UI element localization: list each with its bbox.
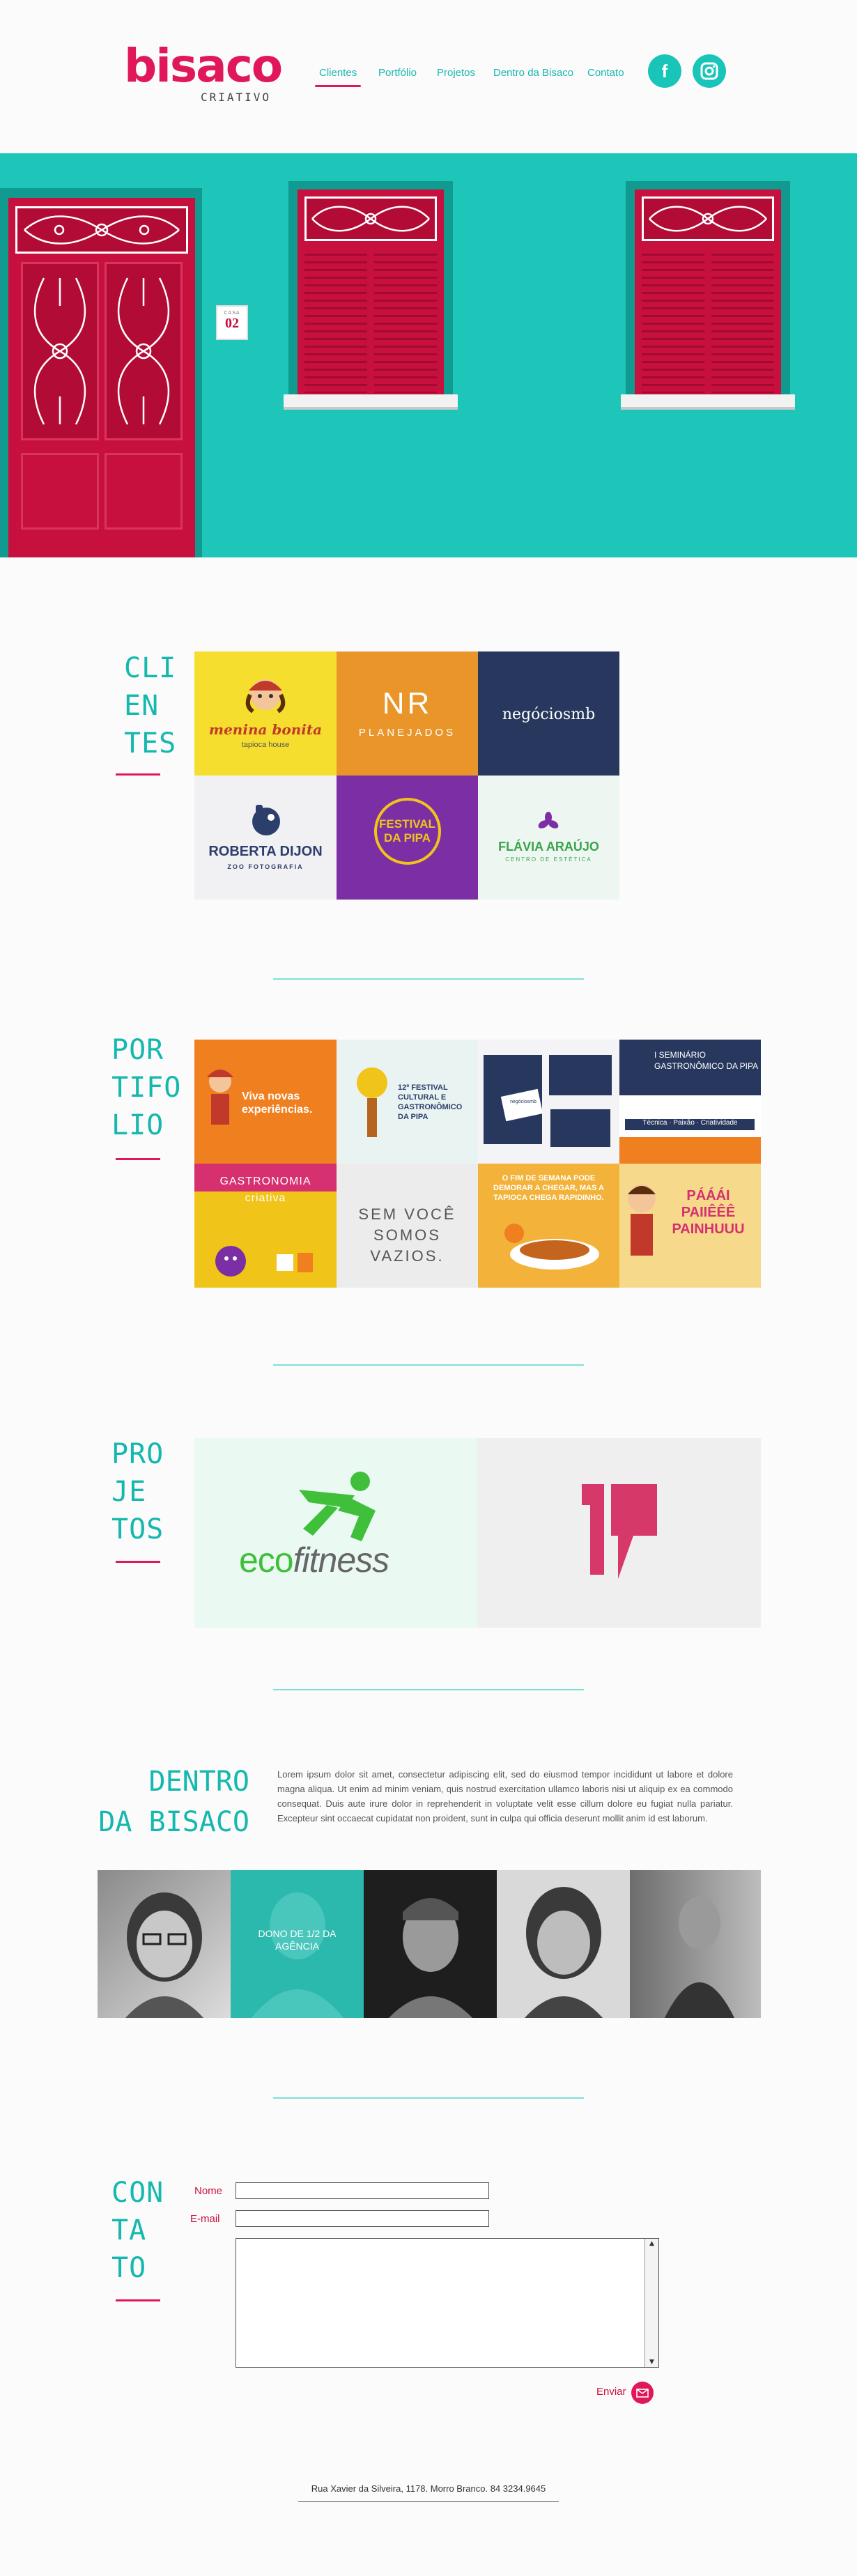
window-shutter — [374, 248, 437, 393]
name-field[interactable] — [236, 2182, 489, 2199]
scroll-down-icon[interactable]: ▼ — [645, 2359, 658, 2366]
section-underline — [116, 1158, 160, 1160]
team-photo-2[interactable]: DONO DE 1/2 DA AGÊNCIA — [231, 1870, 364, 2018]
section-underline — [116, 2299, 160, 2301]
portfolio-item-viva[interactable]: Viva novas experiências. — [194, 1040, 337, 1164]
logo[interactable]: bisaco — [124, 43, 283, 89]
portfolio-item-gastronomia[interactable]: GASTRONOMIA criativa — [194, 1164, 337, 1288]
name-label: Nome — [194, 2185, 223, 2197]
nav-active-indicator — [315, 85, 361, 87]
door-transom — [15, 206, 188, 254]
client-tile-negociosmb[interactable]: negóciosmb — [478, 651, 619, 776]
footer-address: Rua Xavier da Silveira, 1178. Morro Bran… — [311, 2483, 546, 2494]
door-lower-panel — [105, 453, 183, 530]
client-tile-roberta-dijon[interactable]: ROBERTA DIJON ZOO FOTOGRAFIA — [194, 776, 337, 900]
door-panel-right — [105, 262, 183, 440]
instagram-icon[interactable] — [693, 54, 726, 88]
door-lower-panel — [21, 453, 99, 530]
email-field[interactable] — [236, 2210, 489, 2227]
section-title-projetos: PRO JE TOS — [111, 1438, 164, 1545]
ecofitness-prefix: eco — [239, 1541, 294, 1580]
section-divider — [273, 1364, 584, 1366]
window-sill — [621, 394, 795, 410]
portfolio-item-tapioca[interactable]: O FIM DE SEMANA PODE DEMORAR A CHEGAR, M… — [478, 1164, 619, 1288]
project-ecofitness[interactable]: ecofitness — [194, 1438, 477, 1628]
client-tile-flavia-araujo[interactable]: FLÁVIA ARAÚJO CENTRO DE ESTÉTICA — [478, 776, 619, 900]
window-shutter — [304, 248, 367, 393]
footer-line — [298, 2501, 559, 2502]
window-shutter — [711, 248, 774, 393]
message-scrollbar[interactable]: ▲ ▼ — [644, 2239, 658, 2367]
window-transom — [304, 196, 437, 241]
window-sill — [284, 394, 458, 410]
logo-subtitle: CRIATIVO — [201, 91, 272, 104]
about-text: Lorem ipsum dolor sit amet, consectetur … — [277, 1769, 733, 1823]
section-divider — [273, 2097, 584, 2099]
client-tile-menina-bonita[interactable]: menina bonita tapioca house — [194, 651, 337, 776]
window-transom — [642, 196, 774, 241]
portfolio-item-sem-voce[interactable]: SEM VOCÊ SOMOS VAZIOS. — [337, 1164, 478, 1288]
nav-dentro-da-bisaco[interactable]: Dentro da Bisaco — [493, 67, 573, 79]
nav-clientes[interactable]: Clientes — [319, 67, 357, 79]
team-photo-3[interactable] — [364, 1870, 497, 2018]
send-envelope-icon[interactable] — [631, 2382, 654, 2404]
section-underline — [116, 773, 160, 776]
portfolio-item-seminario-detail[interactable]: Técnica · Paixão · Criatividade — [619, 1095, 761, 1164]
section-title-dentro-da-bisaco: DENTRO DA BISACO — [98, 1766, 249, 1838]
section-title-portfolio: POR TIFO LIO — [111, 1034, 182, 1141]
section-underline — [116, 1561, 160, 1563]
section-title-clientes: CLI EN TES — [124, 652, 177, 759]
house-number-plaque: CASA 02 — [216, 305, 248, 340]
client-tile-nr-planejados[interactable]: NR PLANEJADOS — [337, 651, 478, 776]
team-photo-5[interactable] — [630, 1870, 761, 2018]
team-photo-4[interactable] — [497, 1870, 630, 2018]
portfolio-item-negociosmb-stationery[interactable]: negóciosmb — [478, 1040, 619, 1164]
hero-banner: CASA 02 — [0, 153, 857, 557]
window-shutter — [642, 248, 704, 393]
portfolio-item-festival[interactable]: 12º FESTIVAL CULTURAL E GASTRONÔMICO DA … — [337, 1040, 478, 1164]
door-panel-left — [21, 262, 99, 440]
section-title-contato: CON TA TO — [111, 2177, 164, 2284]
section-divider — [273, 978, 584, 980]
client-tile-festival-da-pipa[interactable]: FESTIVAL DA PIPA — [337, 776, 478, 900]
nav-contato[interactable]: Contato — [587, 67, 624, 79]
portfolio-item-painhu[interactable]: PÁÁÁI PAIIÊÊÊ PAINHUUU — [619, 1164, 761, 1288]
project-1-virgula[interactable] — [477, 1438, 761, 1628]
nav-projetos[interactable]: Projetos — [437, 67, 475, 79]
portfolio-item-seminario[interactable]: I SEMINÁRIO GASTRONÔMICO DA PIPA — [619, 1040, 761, 1095]
team-photo-1[interactable] — [98, 1870, 231, 2018]
nav-portfolio[interactable]: Portfólio — [378, 67, 417, 79]
email-label: E-mail — [190, 2213, 220, 2225]
message-field[interactable] — [236, 2238, 659, 2368]
section-divider — [273, 1689, 584, 1690]
scroll-up-icon[interactable]: ▲ — [645, 2240, 658, 2247]
send-label[interactable]: Enviar — [596, 2386, 626, 2398]
facebook-icon[interactable]: f — [648, 54, 681, 88]
ecofitness-suffix: fitness — [293, 1541, 390, 1580]
